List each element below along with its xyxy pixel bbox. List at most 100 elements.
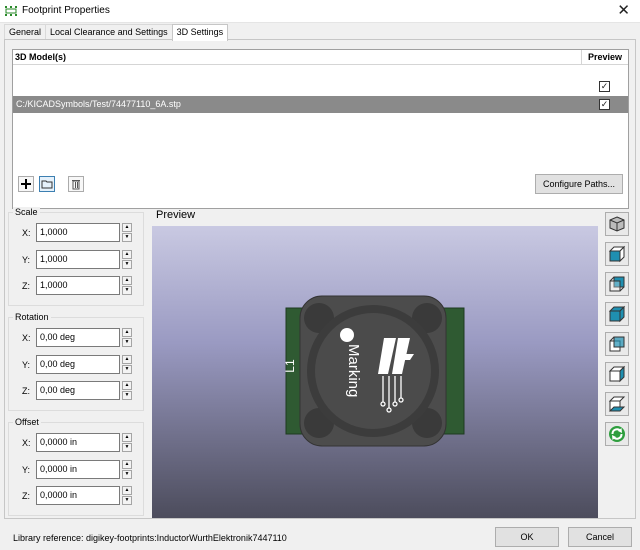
view-left-button[interactable] (605, 362, 629, 386)
spin-up-icon[interactable]: ▲ (122, 223, 132, 232)
scale-z-input[interactable]: 1,0000 (36, 276, 120, 295)
spin-up-icon[interactable]: ▲ (122, 328, 132, 337)
spin-up-icon[interactable]: ▲ (122, 433, 132, 442)
offset-y-spinner[interactable]: ▲ ▼ (122, 460, 132, 479)
rotation-z-label: Z: (22, 386, 30, 396)
folder-icon (41, 180, 53, 189)
offset-x-label: X: (22, 438, 31, 448)
scale-group-title: Scale (13, 207, 40, 217)
view-bottom-icon (609, 336, 625, 352)
rotation-x-row: X: 0,00 deg ▲ ▼ (9, 328, 145, 348)
rotation-group: Rotation X: 0,00 deg ▲ ▼ Y: 0,00 deg ▲ ▼ Z… (8, 312, 145, 411)
model-list-header: 3D Model(s) Preview (13, 50, 628, 65)
preview-checkbox[interactable]: ✓ (599, 99, 610, 110)
offset-z-spinner[interactable]: ▲ ▼ (122, 486, 132, 505)
spin-down-icon[interactable]: ▼ (122, 443, 132, 452)
inductor-3d-model: Marking L1 (283, 295, 465, 447)
spin-up-icon[interactable]: ▲ (122, 460, 132, 469)
rotation-z-input[interactable]: 0,00 deg (36, 381, 120, 400)
rotation-y-input[interactable]: 0,00 deg (36, 355, 120, 374)
scale-x-row: X: 1,0000 ▲ ▼ (9, 223, 145, 243)
view-bottom-button[interactable] (605, 332, 629, 356)
offset-z-row: Z: 0,0000 in ▲ ▼ (9, 486, 145, 506)
spin-down-icon[interactable]: ▼ (122, 286, 132, 295)
scale-y-input[interactable]: 1,0000 (36, 250, 120, 269)
ok-button[interactable]: OK (495, 527, 559, 547)
reference-designator-text: L1 (283, 359, 297, 373)
view-front-button[interactable] (605, 242, 629, 266)
spin-up-icon[interactable]: ▲ (122, 381, 132, 390)
reload-icon (609, 426, 625, 442)
close-icon[interactable]: ✕ (617, 2, 630, 20)
offset-x-input[interactable]: 0,0000 in (36, 433, 120, 452)
view-left-icon (608, 365, 626, 383)
spin-down-icon[interactable]: ▼ (122, 365, 132, 374)
preview-label: Preview (156, 209, 196, 221)
scale-y-label: Y: (22, 255, 31, 265)
spin-up-icon[interactable]: ▲ (122, 355, 132, 364)
tab-bar: General Local Clearance and Settings 3D … (4, 24, 229, 41)
scale-z-spinner[interactable]: ▲ ▼ (122, 276, 132, 295)
view-back-button[interactable] (605, 272, 629, 296)
spin-down-icon[interactable]: ▼ (122, 496, 132, 505)
tab-local-clearance[interactable]: Local Clearance and Settings (45, 24, 173, 40)
footprint-app-icon (5, 6, 17, 16)
rotation-x-spinner[interactable]: ▲ ▼ (122, 328, 132, 347)
reload-button[interactable] (605, 422, 629, 446)
scale-z-row: Z: 1,0000 ▲ ▼ (9, 276, 145, 296)
rotation-y-spinner[interactable]: ▲ ▼ (122, 355, 132, 374)
offset-group-title: Offset (13, 417, 41, 427)
preview-column-header[interactable]: Preview (581, 50, 628, 65)
plus-icon (21, 179, 31, 189)
add-model-button[interactable] (18, 176, 34, 192)
view-front-icon (608, 245, 626, 263)
model-column-header[interactable]: 3D Model(s) (15, 52, 66, 62)
spin-up-icon[interactable]: ▲ (122, 250, 132, 259)
view-top-icon (608, 305, 626, 323)
offset-x-row: X: 0,0000 in ▲ ▼ (9, 433, 145, 453)
scale-group: Scale X: 1,0000 ▲ ▼ Y: 1,0000 ▲ ▼ Z: 1,000… (8, 207, 145, 306)
configure-paths-button[interactable]: Configure Paths... (535, 174, 623, 194)
rotation-x-label: X: (22, 333, 31, 343)
offset-z-input[interactable]: 0,0000 in (36, 486, 120, 505)
offset-y-input[interactable]: 0,0000 in (36, 460, 120, 479)
spin-down-icon[interactable]: ▼ (122, 470, 132, 479)
scale-x-input[interactable]: 1,0000 (36, 223, 120, 242)
rotation-y-label: Y: (22, 360, 31, 370)
rotation-z-spinner[interactable]: ▲ ▼ (122, 381, 132, 400)
scale-y-row: Y: 1,0000 ▲ ▼ (9, 250, 145, 270)
model-path: C:/KICADSymbols/Test/74477110_6A.stp (16, 99, 181, 109)
tab-general[interactable]: General (4, 24, 47, 40)
rotation-z-row: Z: 0,00 deg ▲ ▼ (9, 381, 145, 401)
trash-icon (72, 180, 80, 190)
offset-x-spinner[interactable]: ▲ ▼ (122, 433, 132, 452)
view-3d-icon (609, 216, 625, 232)
view-top-button[interactable] (605, 302, 629, 326)
model-row-selected[interactable]: C:/KICADSymbols/Test/74477110_6A.stp ✓ (13, 96, 628, 113)
view-right-button[interactable] (605, 392, 629, 416)
spin-down-icon[interactable]: ▼ (122, 260, 132, 269)
scale-x-spinner[interactable]: ▲ ▼ (122, 223, 132, 242)
spin-up-icon[interactable]: ▲ (122, 486, 132, 495)
view-3d-button[interactable] (605, 212, 629, 236)
scale-z-label: Z: (22, 281, 30, 291)
window-title: Footprint Properties (22, 5, 110, 16)
rotation-y-row: Y: 0,00 deg ▲ ▼ (9, 355, 145, 375)
spin-down-icon[interactable]: ▼ (122, 338, 132, 347)
spin-down-icon[interactable]: ▼ (122, 233, 132, 242)
rotation-x-input[interactable]: 0,00 deg (36, 328, 120, 347)
rotation-group-title: Rotation (13, 312, 51, 322)
3d-preview-viewport[interactable]: Marking L1 (152, 226, 598, 518)
preview-checkbox[interactable]: ✓ (599, 81, 610, 92)
spin-up-icon[interactable]: ▲ (122, 276, 132, 285)
scale-y-spinner[interactable]: ▲ ▼ (122, 250, 132, 269)
offset-y-label: Y: (22, 465, 31, 475)
cancel-button[interactable]: Cancel (568, 527, 632, 547)
model-row[interactable]: ✓ (13, 78, 628, 94)
view-back-icon (609, 276, 625, 292)
delete-model-button[interactable] (68, 176, 84, 192)
tab-3d-settings[interactable]: 3D Settings (171, 24, 229, 41)
browse-model-button[interactable] (39, 176, 55, 192)
spin-down-icon[interactable]: ▼ (122, 391, 132, 400)
title-bar: Footprint Properties ✕ (0, 0, 640, 23)
